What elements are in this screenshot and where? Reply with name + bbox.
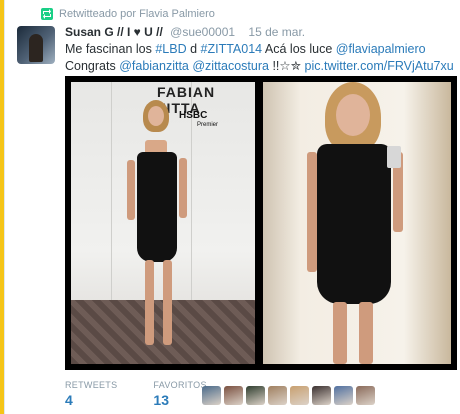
author-name[interactable]: Susan G // I ♥ U // [65, 25, 163, 39]
pic-link[interactable]: pic.twitter.com/FRVjAtu7xu [305, 59, 454, 73]
avatar-icon[interactable] [334, 386, 353, 405]
author-handle[interactable]: @sue00001 [170, 25, 235, 39]
selfie-photo[interactable] [263, 82, 451, 364]
retweets-stat[interactable]: RETWEETS 4 [65, 380, 117, 408]
text-part: !!☆✮ [268, 59, 305, 73]
text-part: Acá los luce [262, 42, 336, 56]
phone-icon [387, 146, 401, 168]
avatar-icon[interactable] [202, 386, 221, 405]
event-photo[interactable]: FABIAN ZITTA HSBC Premier [71, 82, 255, 364]
text-part: Congrats [65, 59, 120, 73]
favorites-label: FAVORITOS [153, 380, 207, 390]
text-part: d [186, 42, 201, 56]
tweet-card[interactable]: Retwitteado por Flavia Palmiero Susan G … [4, 0, 460, 414]
tweet-timestamp[interactable]: 15 de mar. [248, 25, 305, 39]
author-avatar[interactable] [17, 26, 55, 64]
tweet-media[interactable]: FABIAN ZITTA HSBC Premier [65, 76, 457, 370]
avatar-icon[interactable] [312, 386, 331, 405]
favoriter-avatars [202, 386, 375, 405]
tweet-stats: RETWEETS 4 FAVORITOS 13 [65, 380, 207, 408]
mention-link[interactable]: @flaviapalmiero [336, 42, 426, 56]
avatar-icon[interactable] [290, 386, 309, 405]
retweet-context[interactable]: Retwitteado por Flavia Palmiero [41, 8, 215, 20]
hashtag-link[interactable]: #LBD [155, 42, 186, 56]
avatar-icon[interactable] [246, 386, 265, 405]
retweet-icon [41, 8, 53, 20]
avatar-icon[interactable] [268, 386, 287, 405]
mention-link[interactable]: @zittacostura [192, 59, 269, 73]
retweet-label: Retwitteado por Flavia Palmiero [59, 8, 215, 20]
avatar-icon[interactable] [356, 386, 375, 405]
woman-figure [303, 82, 423, 364]
tweet-text: Me fascinan los #LBD d #ZITTA014 Acá los… [65, 41, 455, 75]
hashtag-link[interactable]: #ZITTA014 [201, 42, 263, 56]
avatar-icon[interactable] [224, 386, 243, 405]
mention-link[interactable]: @fabianzitta [119, 59, 189, 73]
favorites-stat[interactable]: FAVORITOS 13 [153, 380, 206, 408]
woman-figure [121, 100, 201, 360]
favorites-count[interactable]: 13 [153, 392, 206, 408]
retweets-count[interactable]: 4 [65, 392, 117, 408]
tweet-header: Susan G // I ♥ U // @sue00001 15 de mar. [65, 25, 305, 39]
text-part: Me fascinan los [65, 42, 156, 56]
retweets-label: RETWEETS [65, 380, 118, 390]
